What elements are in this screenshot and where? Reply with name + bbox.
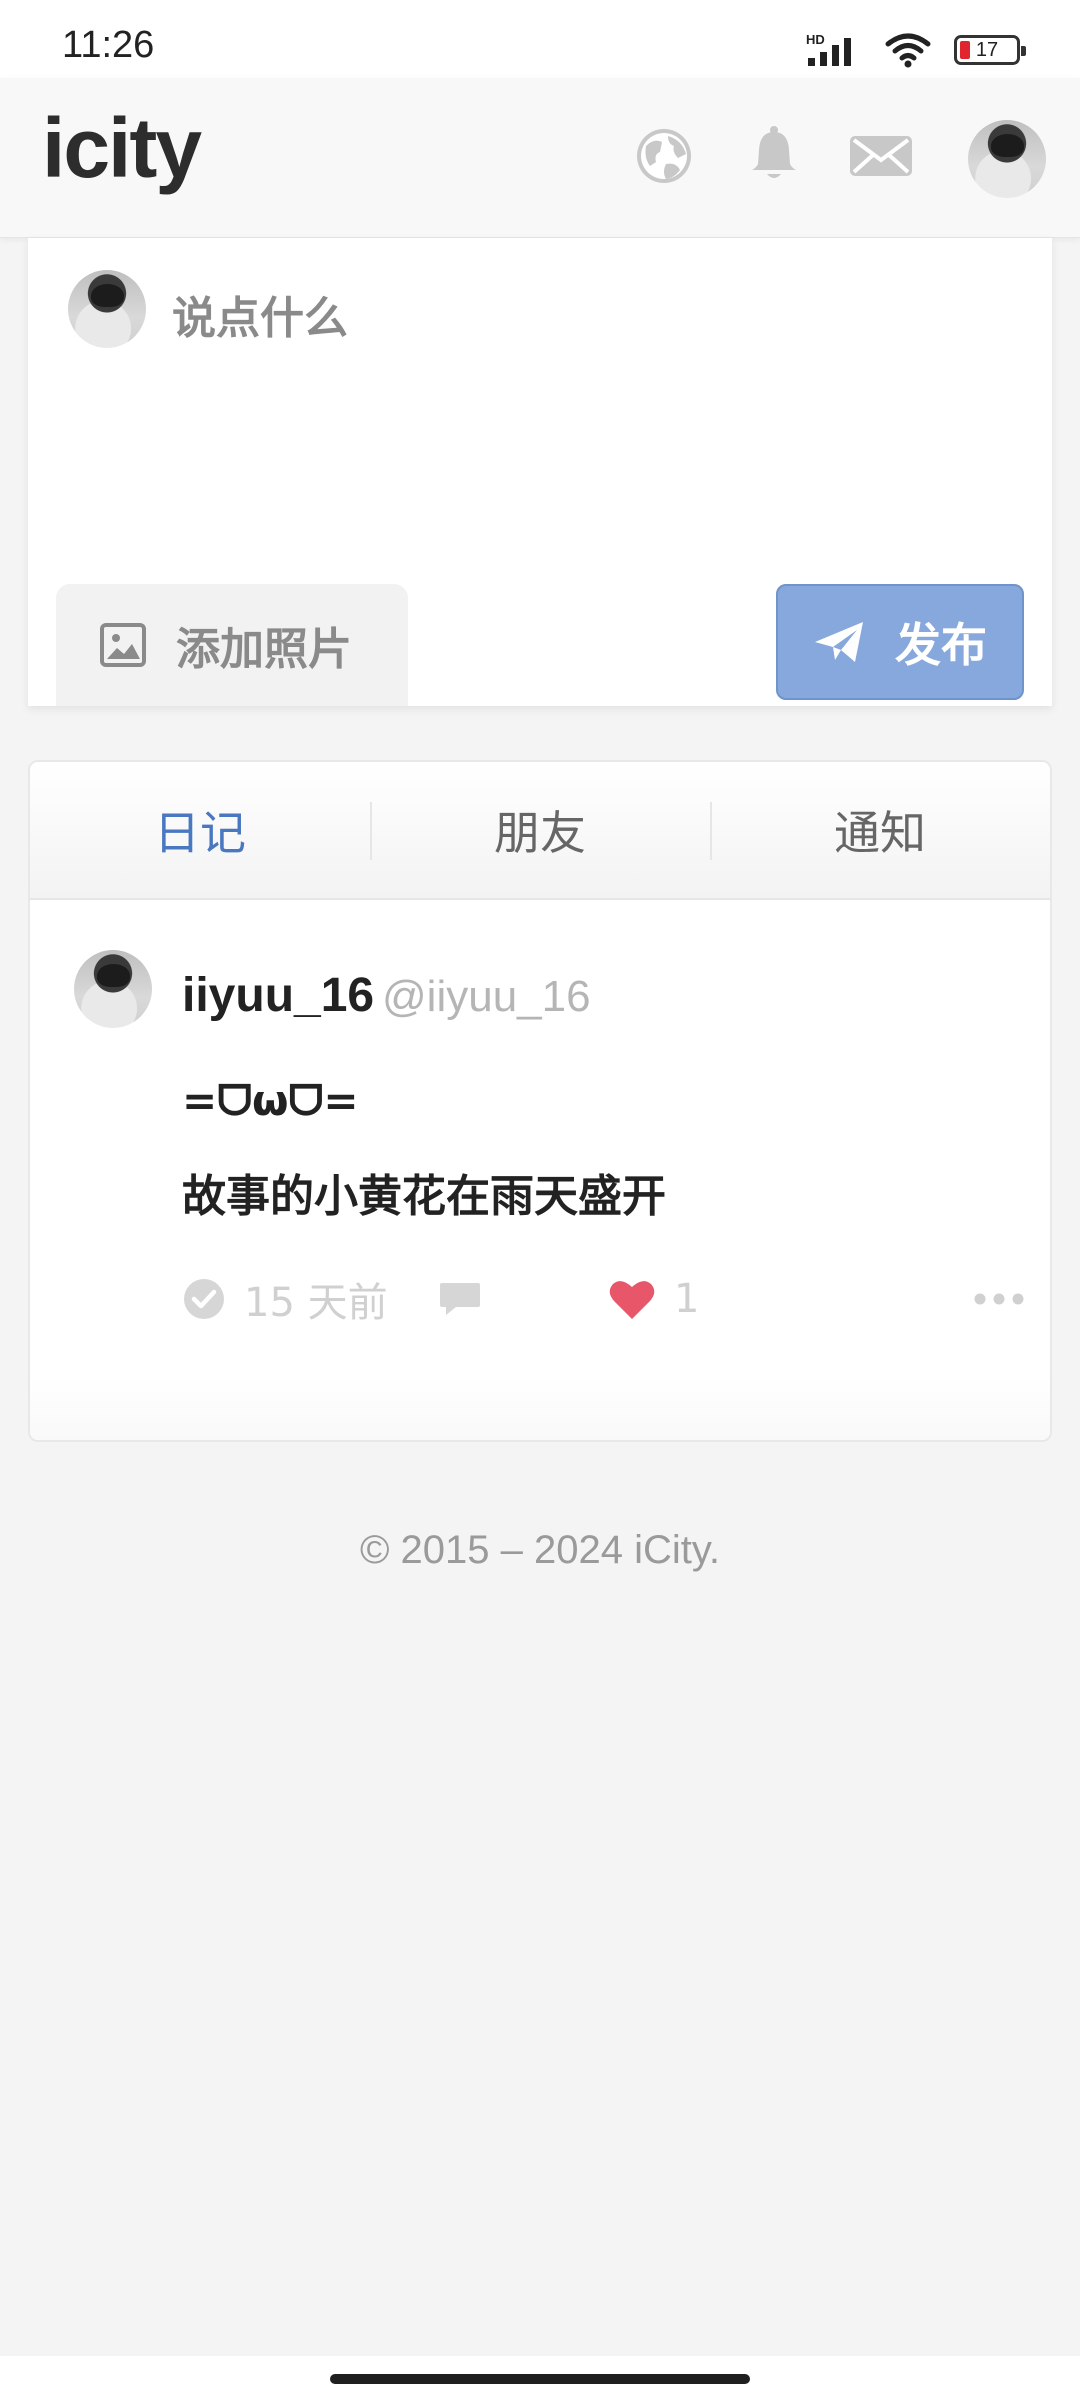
comment-button[interactable] [438, 1274, 482, 1324]
home-indicator[interactable] [330, 2374, 750, 2384]
bell-icon[interactable] [742, 124, 806, 188]
top-nav: icity [0, 78, 1080, 238]
post-avatar[interactable] [74, 950, 152, 1028]
app-logo[interactable]: icity [42, 100, 202, 197]
battery-icon: 17 [954, 35, 1026, 65]
post-time-label: 15 天前 [244, 1280, 388, 1326]
composer-card: 说点什么 添加照片 发布 [28, 238, 1052, 706]
status-bar: 11:26 HD 17 [0, 0, 1080, 78]
post-handle[interactable]: @iiyuu_16 [382, 972, 591, 1022]
like-count: 1 [674, 1276, 700, 1322]
wifi-icon [885, 33, 931, 68]
system-nav-bar [0, 2356, 1080, 2400]
post-text-line: =ᗜωᗜ= [182, 1076, 359, 1125]
heart-icon [609, 1281, 655, 1319]
battery-level: 17 [975, 38, 999, 61]
post-footer [30, 1376, 1050, 1440]
publish-button[interactable]: 发布 [776, 584, 1024, 700]
tab-friends[interactable]: 朋友 [370, 762, 710, 898]
user-avatar[interactable] [968, 120, 1046, 198]
like-button[interactable]: 1 [608, 1274, 699, 1324]
tab-diary[interactable]: 日记 [30, 762, 370, 898]
post-username[interactable]: iiyuu_16 [182, 968, 374, 1023]
composer-avatar [68, 270, 146, 348]
add-photo-label: 添加照片 [176, 624, 352, 675]
status-time: 11:26 [62, 24, 155, 66]
network-label: HD [806, 32, 825, 47]
post-time[interactable]: 15 天前 [182, 1274, 388, 1326]
mail-icon[interactable] [846, 124, 916, 188]
publish-label: 发布 [895, 618, 987, 672]
image-icon [100, 623, 146, 667]
tab-notifications[interactable]: 通知 [710, 762, 1050, 898]
more-button[interactable] [972, 1274, 1026, 1324]
send-icon [815, 622, 863, 662]
post-meta: 15 天前 1 [182, 1274, 1042, 1326]
copyright-footer: © 2015 – 2024 iCity. [359, 1528, 721, 1572]
comment-icon [440, 1283, 480, 1315]
feed-tabs: 日记 朋友 通知 [30, 762, 1050, 900]
more-icon [974, 1293, 1024, 1305]
add-photo-button[interactable]: 添加照片 [56, 584, 408, 706]
post-text-line: 故事的小黄花在雨天盛开 [182, 1171, 666, 1222]
signal-icon: HD [806, 32, 851, 66]
status-icons: HD 17 [806, 30, 1026, 70]
globe-icon[interactable] [632, 124, 696, 188]
post-item: iiyuu_16 @iiyuu_16 =ᗜωᗜ= 故事的小黄花在雨天盛开 15 … [30, 900, 1050, 1380]
feed-card: 日记 朋友 通知 iiyuu_16 @iiyuu_16 =ᗜωᗜ= 故事的小黄花… [28, 760, 1052, 1442]
check-icon [184, 1279, 224, 1319]
composer-input[interactable]: 说点什么 [172, 282, 348, 346]
